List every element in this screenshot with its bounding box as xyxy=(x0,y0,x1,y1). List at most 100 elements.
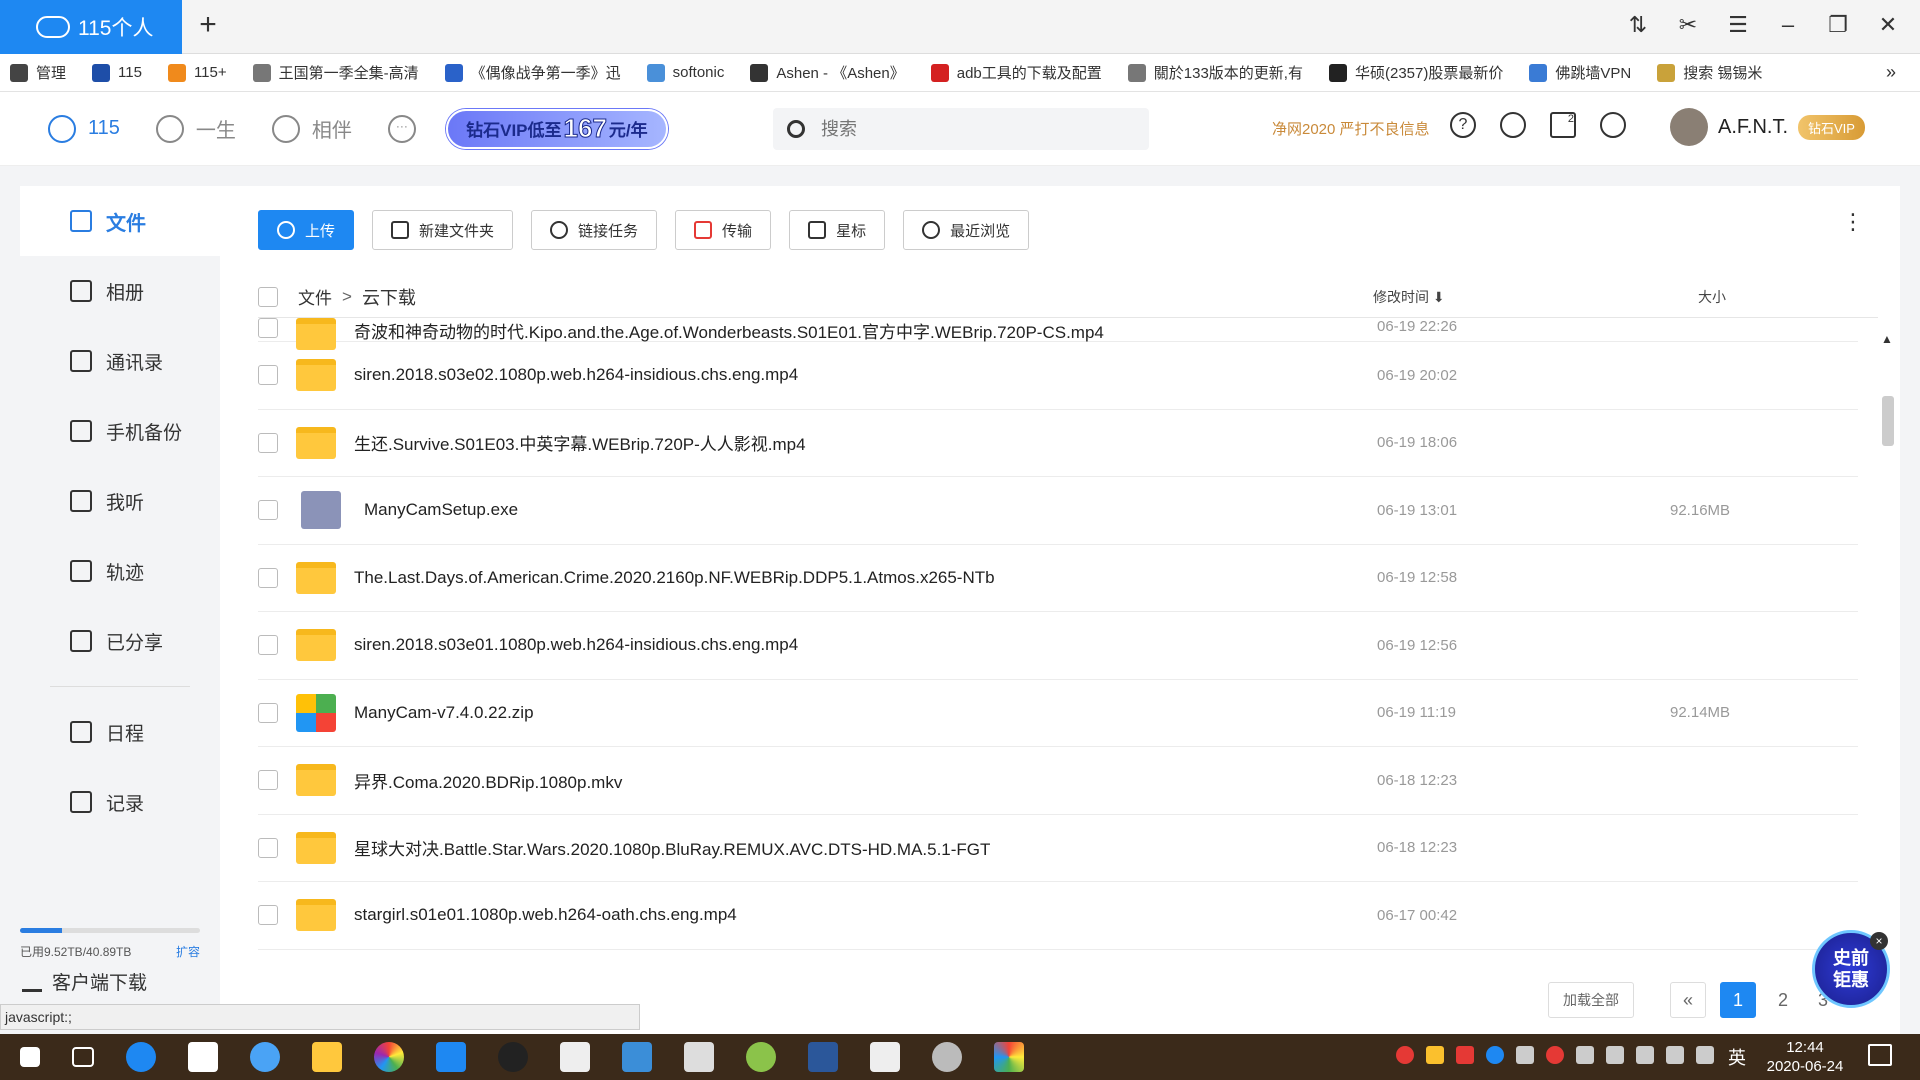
headphones-icon[interactable] xyxy=(1500,112,1526,138)
battery-icon[interactable] xyxy=(1636,1046,1654,1064)
load-all-button[interactable]: 加载全部 xyxy=(1548,982,1634,1018)
upload-button[interactable]: 上传 xyxy=(258,210,355,250)
file-name[interactable]: ManyCamSetup.exe xyxy=(364,500,518,520)
row-checkbox[interactable] xyxy=(258,567,278,588)
link-task-button[interactable]: 链接任务 xyxy=(531,210,658,250)
select-all-checkbox[interactable] xyxy=(258,286,278,307)
vip-promo-banner[interactable]: 钻石VIP低至 167 元/年 xyxy=(445,108,668,149)
nav-item-1[interactable]: 一生 xyxy=(155,114,236,143)
file-name[interactable]: 奇波和神奇动物的时代.Kipo.and.the.Age.of.Wonderbea… xyxy=(354,318,1104,343)
bookmark-item[interactable]: adb工具的下载及配置 xyxy=(930,62,1102,83)
scroll-up-icon[interactable]: ▲ xyxy=(1880,332,1894,346)
calculator-icon[interactable] xyxy=(870,1042,900,1072)
tray-icon-3[interactable] xyxy=(1456,1046,1474,1064)
help-icon[interactable]: ? xyxy=(1450,112,1476,138)
column-size[interactable]: 大小 xyxy=(1698,287,1726,307)
app-pentagon-icon[interactable] xyxy=(994,1042,1024,1072)
tray-icon-5[interactable] xyxy=(1516,1046,1534,1064)
file-name[interactable]: stargirl.s01e01.1080p.web.h264-oath.chs.… xyxy=(354,905,737,925)
scrollbar[interactable]: ▲ xyxy=(1880,332,1894,982)
file-row[interactable]: siren.2018.s03e01.1080p.web.h264-insidio… xyxy=(258,612,1858,680)
page-button-2[interactable]: 2 xyxy=(1770,990,1796,1011)
sort-icon[interactable]: ⇅ xyxy=(1626,12,1650,38)
nav-item-0[interactable]: 115 xyxy=(48,114,120,143)
sidebar-item2-1[interactable]: 记录 xyxy=(20,767,220,837)
file-row[interactable]: 异界.Coma.2020.BDRip.1080p.mkv 06-18 12:23 xyxy=(258,747,1858,815)
row-checkbox[interactable] xyxy=(258,837,278,858)
file-row[interactable]: 奇波和神奇动物的时代.Kipo.and.the.Age.of.Wonderbea… xyxy=(258,318,1858,350)
row-checkbox[interactable] xyxy=(258,365,278,386)
app-5-icon[interactable] xyxy=(436,1042,466,1072)
nav-item-2[interactable]: 相伴 xyxy=(271,114,352,143)
close-icon[interactable]: ✕ xyxy=(1876,12,1900,38)
scroll-thumb[interactable] xyxy=(1882,396,1894,446)
tab-115[interactable]: 115个人 xyxy=(0,0,182,54)
file-row[interactable]: 生还.Survive.S01E03.中英字幕.WEBrip.720P-人人影视.… xyxy=(258,410,1858,477)
minimize-icon[interactable]: – xyxy=(1776,12,1800,38)
client-download-button[interactable]: 客户端下载 xyxy=(22,968,147,995)
volume-icon[interactable] xyxy=(1666,1046,1684,1064)
task-view-icon[interactable] xyxy=(72,1047,94,1067)
sidebar-item-5[interactable]: 轨迹 xyxy=(20,536,220,606)
notification-icon[interactable] xyxy=(1868,1044,1892,1066)
bookmark-item[interactable]: 《偶像战争第一季》迅 xyxy=(444,62,621,83)
bookmark-item[interactable]: 华硕(2357)股票最新价 xyxy=(1328,62,1503,83)
sidebar-item-0[interactable]: 文件 xyxy=(20,186,220,256)
notice-text[interactable]: 净网2020 严打不良信息 xyxy=(1272,118,1430,139)
ie-browser-icon[interactable] xyxy=(126,1042,156,1072)
bookmark-item[interactable]: 115 xyxy=(92,63,142,82)
clock[interactable]: 12:44 2020-06-24 xyxy=(1760,1038,1850,1076)
word-icon[interactable] xyxy=(808,1042,838,1072)
tray-icon-6[interactable] xyxy=(1546,1046,1564,1064)
menu-icon[interactable]: ☰ xyxy=(1726,12,1750,38)
column-modified-time[interactable]: 修改时间 ⬇ xyxy=(1373,287,1445,307)
file-name[interactable]: The.Last.Days.of.American.Crime.2020.216… xyxy=(354,568,995,588)
sidebar-item-6[interactable]: 已分享 xyxy=(20,606,220,676)
paint-icon[interactable] xyxy=(746,1042,776,1072)
file-row[interactable]: stargirl.s01e01.1080p.web.h264-oath.chs.… xyxy=(258,882,1858,950)
search-input[interactable] xyxy=(821,118,1121,140)
file-name[interactable]: siren.2018.s03e01.1080p.web.h264-insidio… xyxy=(354,635,798,655)
sidebar-item-4[interactable]: 我听 xyxy=(20,466,220,536)
tray-icon-8[interactable] xyxy=(1606,1046,1624,1064)
bookmarks-more-icon[interactable]: » xyxy=(1886,62,1896,83)
file-row[interactable]: The.Last.Days.of.American.Crime.2020.216… xyxy=(258,545,1858,612)
file-explorer-icon[interactable] xyxy=(312,1042,342,1072)
windows-start-icon[interactable] xyxy=(20,1047,40,1067)
promo-close-icon[interactable]: × xyxy=(1870,932,1888,950)
bookmark-item[interactable]: 管理 xyxy=(10,62,66,83)
color-app-icon[interactable] xyxy=(374,1042,404,1072)
row-checkbox[interactable] xyxy=(258,905,278,926)
tray-icon-4[interactable] xyxy=(1486,1046,1504,1064)
file-row[interactable]: 星球大对决.Battle.Star.Wars.2020.1080p.BluRay… xyxy=(258,815,1858,882)
file-row[interactable]: ManyCam-v7.4.0.22.zip 06-19 11:19 92.14MB xyxy=(258,680,1858,747)
new-folder-button[interactable]: 新建文件夹 xyxy=(372,210,514,250)
sidebar-item-2[interactable]: 通讯录 xyxy=(20,326,220,396)
file-name[interactable]: 星球大对决.Battle.Star.Wars.2020.1080p.BluRay… xyxy=(354,835,990,860)
file-name[interactable]: 异界.Coma.2020.BDRip.1080p.mkv xyxy=(354,768,622,793)
bookmark-item[interactable]: softonic xyxy=(646,63,724,82)
user-profile[interactable]: A.F.N.T. 钻石VIP xyxy=(1670,108,1865,146)
app-blue-icon[interactable] xyxy=(622,1042,652,1072)
photos-icon[interactable] xyxy=(560,1042,590,1072)
qq-icon[interactable] xyxy=(498,1042,528,1072)
page-button-1[interactable]: 1 xyxy=(1720,982,1756,1018)
tray-icon-2[interactable] xyxy=(1426,1046,1444,1064)
row-checkbox[interactable] xyxy=(258,702,278,723)
app-screen-icon[interactable] xyxy=(684,1042,714,1072)
sidebar-item-1[interactable]: 相册 xyxy=(20,256,220,326)
store-icon[interactable] xyxy=(188,1042,218,1072)
more-options-icon[interactable]: ⋮ xyxy=(1842,211,1864,233)
scissors-icon[interactable]: ✂ xyxy=(1676,12,1700,38)
recent-button[interactable]: 最近浏览 xyxy=(903,210,1030,250)
prev-page-button[interactable]: « xyxy=(1670,982,1706,1018)
bookmark-item[interactable]: 佛跳墙VPN xyxy=(1529,62,1631,83)
expand-storage-link[interactable]: 扩容 xyxy=(176,943,200,960)
row-checkbox[interactable] xyxy=(258,318,278,338)
bookmark-item[interactable]: 115+ xyxy=(167,63,227,82)
more-nav-button[interactable]: ··· xyxy=(387,114,416,143)
row-checkbox[interactable] xyxy=(258,500,278,521)
tray-icon-1[interactable] xyxy=(1396,1046,1414,1064)
avatar[interactable] xyxy=(1670,108,1708,146)
row-checkbox[interactable] xyxy=(258,770,278,791)
